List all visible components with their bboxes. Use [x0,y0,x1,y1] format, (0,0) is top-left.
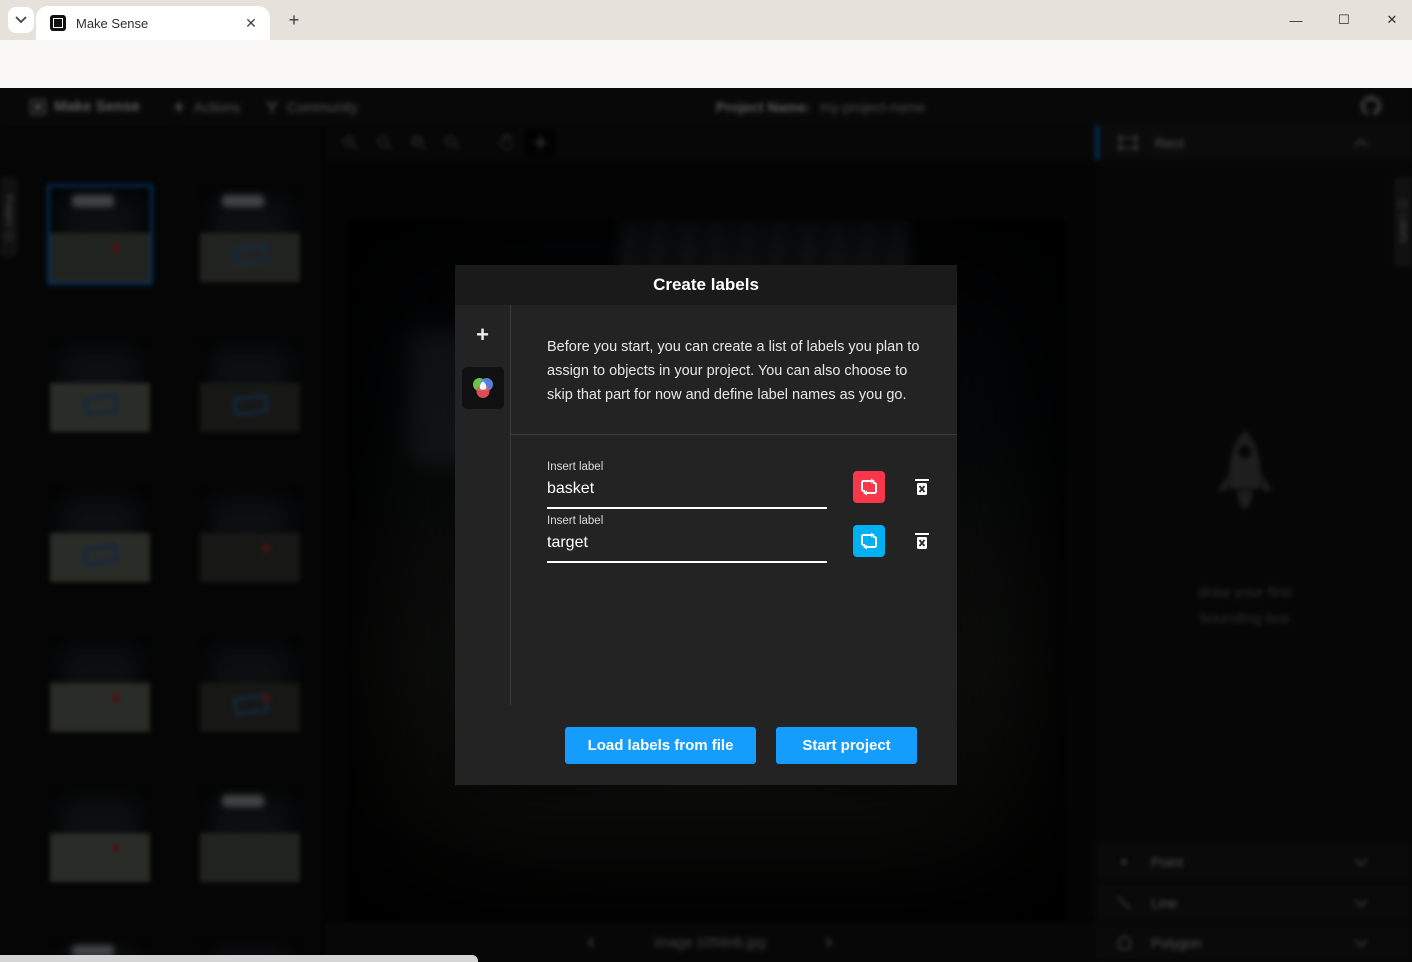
load-labels-button[interactable]: Load labels from file [565,727,756,764]
browser-window: Make Sense ✕ + — ☐ ✕ makesense.ai T [0,0,1412,962]
start-project-button[interactable]: Start project [776,727,917,764]
makesense-favicon [50,15,66,31]
palette-tab[interactable] [462,367,504,409]
insert-label-caption: Insert label [547,461,827,473]
palette-icon [470,375,496,401]
minimize-button[interactable]: — [1286,13,1306,28]
delete-label-button[interactable] [909,474,935,500]
label-row: Insert label [547,515,957,563]
label-input[interactable] [547,473,827,509]
randomize-color-button[interactable] [853,471,885,503]
browser-tab[interactable]: Make Sense ✕ [36,6,270,40]
modal-side-rail: + [455,305,511,705]
new-tab-button[interactable]: + [282,8,306,32]
trash-icon [913,477,931,497]
browser-titlebar: Make Sense ✕ + — ☐ ✕ [0,0,1412,40]
label-row: Insert label [547,461,957,509]
maximize-button[interactable]: ☐ [1334,12,1354,28]
insert-label-caption: Insert label [547,515,827,527]
close-button[interactable]: ✕ [1382,12,1402,28]
repeat-icon [860,532,878,550]
tab-close-button[interactable]: ✕ [242,14,260,32]
modal-title: Create labels [455,265,957,305]
randomize-color-button[interactable] [853,525,885,557]
tab-title: Make Sense [76,16,242,31]
modal-footer: Load labels from file Start project [455,705,957,785]
create-labels-modal: Create labels + Before you start, you [455,265,957,785]
browser-toolbar: makesense.ai Tp 2 C: ⋮ [0,40,1412,88]
status-bubble [0,955,478,962]
modal-description: Before you start, you can create a list … [511,305,957,435]
chevron-down-icon [15,16,27,24]
trash-icon [913,531,931,551]
label-input[interactable] [547,527,827,563]
tab-search-button[interactable] [8,7,34,33]
page-content: Make Sense Actions Community Project Nam… [0,88,1412,962]
repeat-icon [860,478,878,496]
add-label-button[interactable]: + [467,319,499,351]
delete-label-button[interactable] [909,528,935,554]
